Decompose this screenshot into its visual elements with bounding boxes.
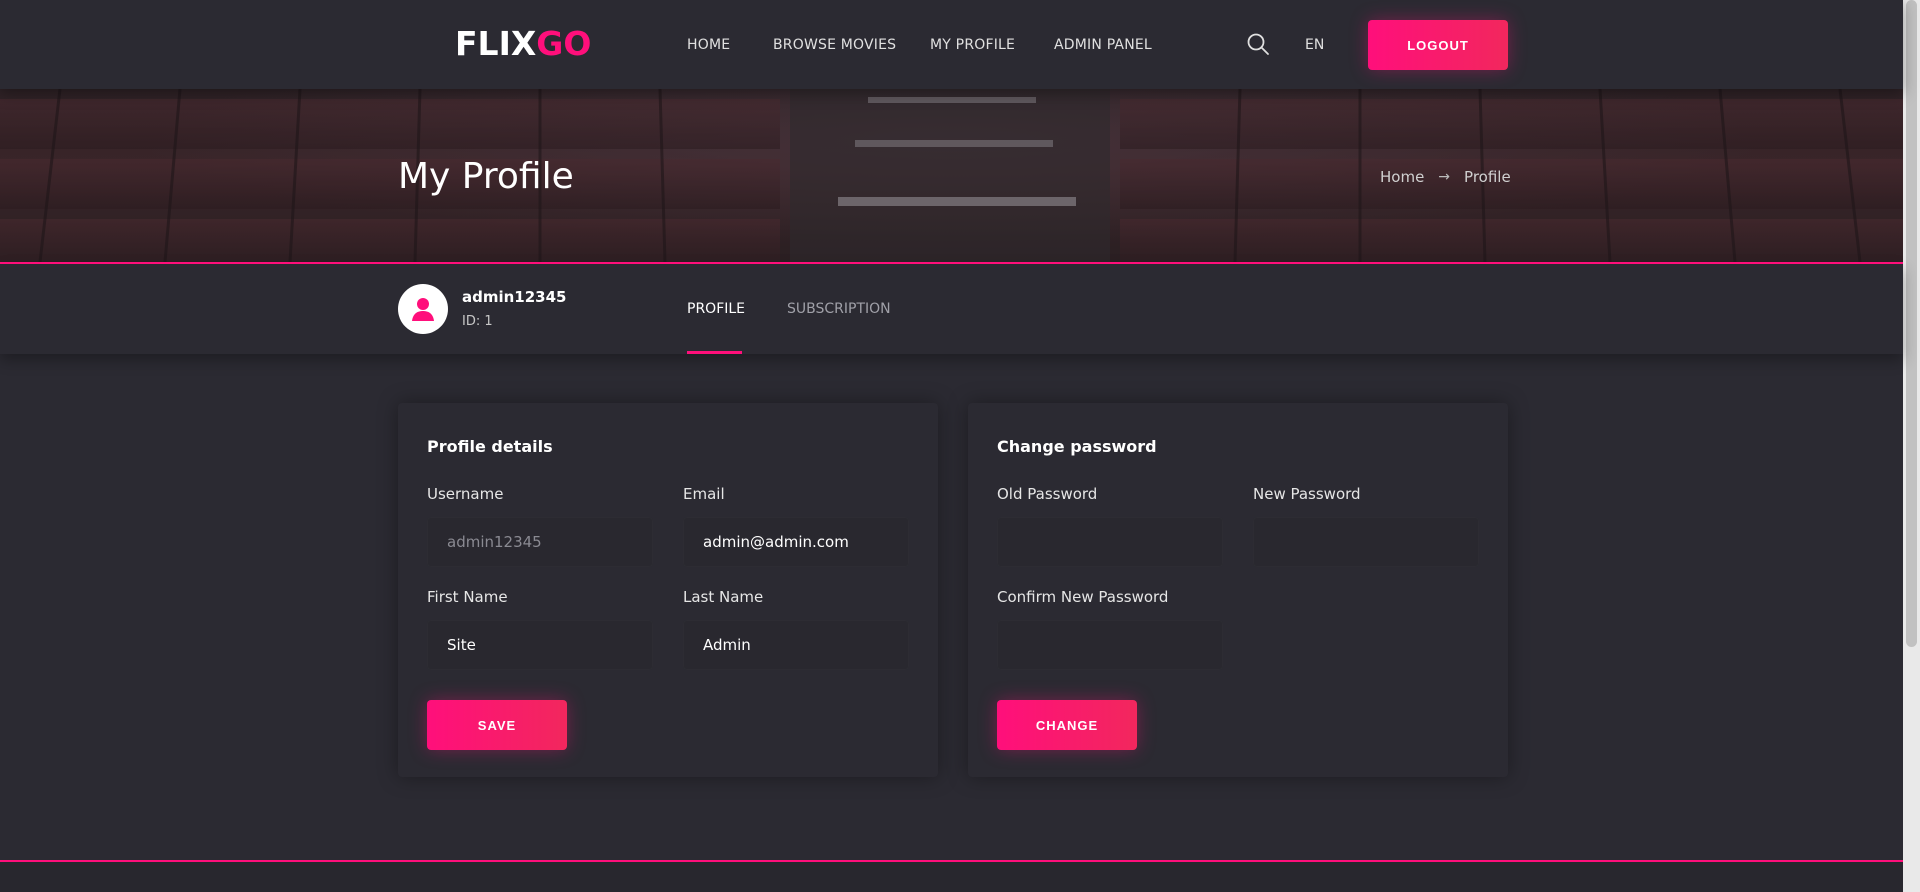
logo-part-white: FLIX [455,24,537,63]
search-icon[interactable] [1246,32,1270,56]
profile-details-card: Profile details Username Email First Nam… [398,403,938,777]
last-name-label: Last Name [683,588,764,606]
confirm-password-field[interactable] [997,620,1223,670]
old-password-label: Old Password [997,485,1098,503]
tab-subscription[interactable]: SUBSCRIPTION [787,300,891,318]
save-button[interactable]: SAVE [427,700,567,750]
profile-username: admin12345 [462,288,567,306]
old-password-field[interactable] [997,517,1223,567]
first-name-label: First Name [427,588,508,606]
active-tab-indicator [687,351,742,354]
email-field[interactable] [683,517,909,567]
nav-home[interactable]: HOME [687,36,730,54]
last-name-field[interactable] [683,620,909,670]
profile-details-title: Profile details [427,437,553,456]
profile-id: ID: 1 [462,314,493,329]
change-password-card: Change password Old Password New Passwor… [968,403,1508,777]
new-password-label: New Password [1253,485,1361,503]
logo[interactable]: FLIXGO [455,24,591,64]
banner-divider [0,262,1903,264]
change-password-title: Change password [997,437,1157,456]
logo-part-pink: GO [536,24,592,63]
language-selector[interactable]: EN [1305,36,1324,54]
site-header: FLIXGO HOME BROWSE MOVIES MY PROFILE ADM… [0,0,1903,89]
change-button[interactable]: CHANGE [997,700,1137,750]
page-banner [0,89,1903,262]
first-name-field[interactable] [427,620,653,670]
breadcrumb-home[interactable]: Home [1380,168,1424,186]
nav-admin-panel[interactable]: ADMIN PANEL [1054,36,1152,54]
nav-browse-movies[interactable]: BROWSE MOVIES [773,36,896,54]
user-icon [412,298,434,321]
scrollbar-thumb[interactable] [1906,0,1917,647]
tab-profile[interactable]: PROFILE [687,300,745,318]
confirm-password-label: Confirm New Password [997,588,1169,606]
cinema-background [0,89,1903,262]
nav-my-profile[interactable]: MY PROFILE [930,36,1015,54]
arrow-right-icon: → [1438,169,1451,185]
new-password-field[interactable] [1253,517,1479,567]
footer [0,862,1903,892]
logout-button[interactable]: LOGOUT [1368,20,1508,70]
username-label: Username [427,485,504,503]
breadcrumb-current: Profile [1464,168,1511,186]
profile-bar: admin12345 ID: 1 PROFILE SUBSCRIPTION [0,264,1903,354]
username-field[interactable] [427,517,653,567]
avatar [398,284,448,334]
breadcrumb: Home → Profile [1380,168,1511,186]
email-label: Email [683,485,725,503]
page-title: My Profile [398,156,574,197]
